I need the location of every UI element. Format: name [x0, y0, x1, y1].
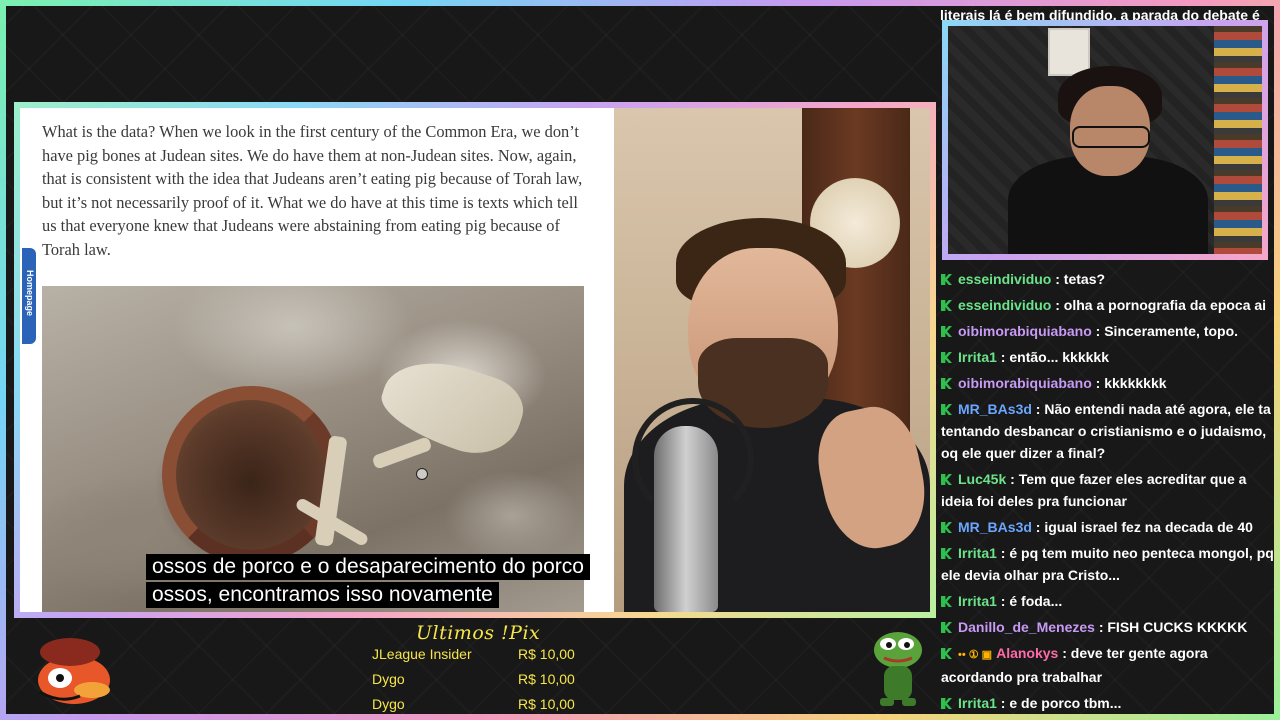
chat-username[interactable]: MR_BAs3d: [958, 401, 1032, 417]
kick-k-icon: [941, 300, 952, 311]
chat-text: : kkkkkkkk: [1091, 375, 1167, 391]
pix-amount: R$ 10,00: [518, 696, 575, 712]
kick-k-icon: [941, 698, 952, 709]
kick-k-icon: [941, 352, 952, 363]
chat-message: Irrita1 : é foda...: [941, 590, 1274, 612]
chat-username[interactable]: Irrita1: [958, 695, 997, 711]
chat-message: MR_BAs3d : Não entendi nada até agora, e…: [941, 398, 1274, 464]
pix-donor: Dygo: [372, 671, 405, 687]
kick-k-icon: [941, 404, 952, 415]
chat-username[interactable]: oibimorabiquiabano: [958, 375, 1092, 391]
bone: [371, 436, 433, 470]
homepage-side-tab[interactable]: Homepage: [22, 248, 36, 344]
pix-title: Ultimos !Pix: [416, 622, 541, 644]
pix-amount: R$ 10,00: [518, 671, 575, 687]
pepe-frog-icon: [874, 632, 922, 706]
microphone: [654, 426, 718, 612]
chat-message: MR_BAs3d : igual israel fez na decada de…: [941, 516, 1274, 538]
kick-k-icon: [941, 596, 952, 607]
chat-message: oibimorabiquiabano : Sinceramente, topo.: [941, 320, 1274, 342]
chat-message: Luc45k : Tem que fazer eles acreditar qu…: [941, 468, 1274, 512]
chat-username[interactable]: Irrita1: [958, 349, 997, 365]
pix-entry: Dygo R$ 10,00: [372, 696, 592, 712]
chat-username[interactable]: MR_BAs3d: [958, 519, 1032, 535]
main-video-frame: What is the data? When we look in the fi…: [14, 102, 936, 618]
subtitles: ossos de porco e o desaparecimento do po…: [146, 554, 590, 610]
cursor-crosshair-icon: [416, 468, 428, 480]
chat-username[interactable]: esseindividuo: [958, 271, 1051, 287]
kick-k-icon: [941, 522, 952, 533]
chat-message: esseindividuo : olha a pornografia da ep…: [941, 294, 1274, 316]
homepage-tab-label: Homepage: [25, 269, 35, 316]
chat-message: esseindividuo : tetas?: [941, 268, 1274, 290]
kick-k-icon: [941, 378, 952, 389]
article-screenshot: What is the data? When we look in the fi…: [20, 108, 614, 612]
kick-k-icon: [941, 548, 952, 559]
kick-k-icon: [941, 648, 952, 659]
kick-k-icon: [941, 326, 952, 337]
chat-text: : e de porco tbm...: [996, 695, 1122, 711]
pix-donor: Dygo: [372, 696, 405, 712]
chat-extra-badges-icon: •• ① ▣: [958, 649, 993, 661]
chat-message: Danillo_de_Menezes : FISH CUCKS KKKKK: [941, 616, 1274, 638]
streamer-glasses: [1072, 126, 1150, 148]
bookshelf: [1214, 26, 1262, 254]
chat-text: : olha a pornografia da epoca ai: [1051, 297, 1267, 313]
chat-username[interactable]: Luc45k: [958, 471, 1006, 487]
chat-panel: esseindividuo : tetas? esseindividuo : ol…: [938, 268, 1274, 716]
chat-username[interactable]: Alanokys: [996, 645, 1058, 661]
chat-text: : Sinceramente, topo.: [1091, 323, 1239, 339]
presenter-video: [614, 108, 930, 612]
broken-pot: [162, 386, 340, 564]
article-paragraph: What is the data? When we look in the fi…: [42, 122, 583, 259]
chat-text: : tetas?: [1051, 271, 1106, 287]
kick-k-icon: [941, 274, 952, 285]
chat-username[interactable]: Irrita1: [958, 545, 997, 561]
pix-amount: R$ 10,00: [518, 646, 575, 662]
chat-text: : igual israel fez na decada de 40: [1031, 519, 1253, 535]
chat-username[interactable]: oibimorabiquiabano: [958, 323, 1092, 339]
pix-entry: Dygo R$ 10,00: [372, 671, 592, 687]
pix-entry: JLeague Insider R$ 10,00: [372, 646, 592, 662]
kick-k-icon: [941, 622, 952, 633]
chat-message: Irrita1 : e de porco tbm...: [941, 692, 1274, 714]
chat-message: Irrita1 : então... kkkkkk: [941, 346, 1274, 368]
chat-text: : então... kkkkkk: [996, 349, 1109, 365]
chat-message: Irrita1 : é pq tem muito neo penteca mon…: [941, 542, 1274, 586]
chat-text: : é foda...: [996, 593, 1063, 609]
main-video[interactable]: What is the data? When we look in the fi…: [20, 108, 930, 612]
webcam-frame: [942, 20, 1268, 260]
webcam-video: [948, 26, 1262, 254]
subtitle-line-2: ossos, encontramos isso novamente: [146, 582, 499, 608]
kick-k-icon: [941, 474, 952, 485]
cartoon-mascot-icon: [38, 638, 110, 704]
chat-message: •• ① ▣ Alanokys : deve ter gente agora ac…: [941, 642, 1274, 688]
pix-donor: JLeague Insider: [372, 646, 472, 662]
chat-username[interactable]: esseindividuo: [958, 297, 1051, 313]
chat-message: oibimorabiquiabano : kkkkkkkk: [941, 372, 1274, 394]
chat-text: : FISH CUCKS KKKKK: [1094, 619, 1248, 635]
chat-username[interactable]: Irrita1: [958, 593, 997, 609]
subtitle-line-1: ossos de porco e o desaparecimento do po…: [146, 554, 590, 580]
chat-username[interactable]: Danillo_de_Menezes: [958, 619, 1095, 635]
